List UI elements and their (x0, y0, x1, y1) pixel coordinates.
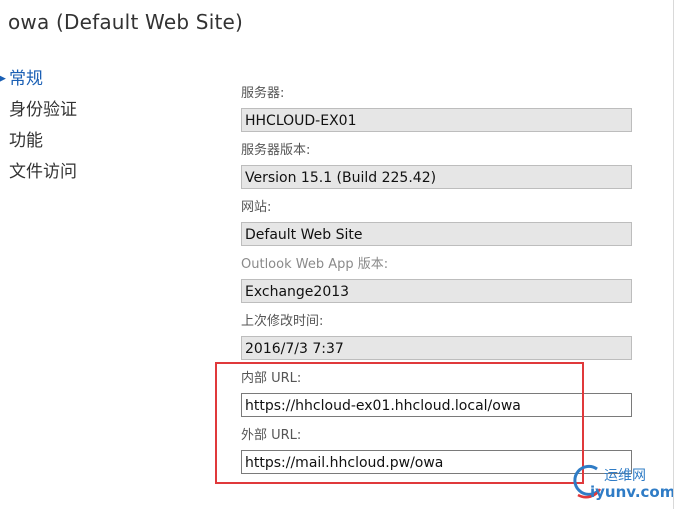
watermark: 运维网 iyunv.com (570, 461, 674, 509)
last-modified-label: 上次修改时间: (241, 314, 324, 329)
server-label: 服务器: (241, 86, 285, 101)
last-modified-field: 2016/7/3 7:37 (241, 336, 632, 360)
window-title: owa (Default Web Site) (8, 10, 244, 34)
server-field: HHCLOUD-EX01 (241, 108, 632, 132)
sidebar-item-label: 常规 (9, 69, 43, 89)
url-highlight-box (215, 362, 584, 484)
properties-window: owa (Default Web Site) ▶ 常规 身份验证 功能 文件访问… (0, 0, 674, 509)
sidebar-item-file-access[interactable]: 文件访问 (0, 157, 110, 188)
website-label: 网站: (241, 200, 272, 215)
watermark-text-top: 运维网 (604, 468, 646, 484)
sidebar-item-label: 功能 (9, 131, 43, 151)
sidebar-item-features[interactable]: 功能 (0, 126, 110, 157)
sidebar-nav: ▶ 常规 身份验证 功能 文件访问 (0, 64, 110, 188)
sidebar-item-authentication[interactable]: 身份验证 (0, 95, 110, 126)
sidebar-item-label: 文件访问 (9, 162, 77, 182)
sidebar-item-general[interactable]: ▶ 常规 (0, 64, 110, 95)
watermark-text-bottom: iyunv.com (590, 483, 674, 501)
selected-caret-icon: ▶ (0, 74, 6, 84)
owa-version-label: Outlook Web App 版本: (241, 257, 389, 272)
website-field: Default Web Site (241, 222, 632, 246)
sidebar-item-label: 身份验证 (9, 100, 77, 120)
server-version-label: 服务器版本: (241, 143, 311, 158)
server-version-field: Version 15.1 (Build 225.42) (241, 165, 632, 189)
owa-version-field: Exchange2013 (241, 279, 632, 303)
